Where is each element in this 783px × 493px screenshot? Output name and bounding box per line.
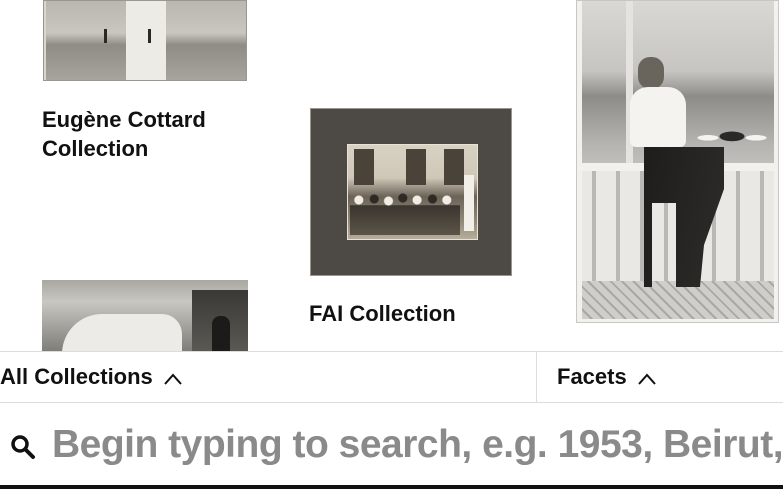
collection-title-cottard[interactable]: Eugène Cottard Collection bbox=[42, 105, 262, 163]
all-collections-tab[interactable]: All Collections bbox=[0, 352, 537, 402]
facets-tab[interactable]: Facets bbox=[557, 352, 783, 402]
all-collections-label: All Collections bbox=[0, 364, 153, 389]
balcony-photo-thumbnail[interactable] bbox=[576, 0, 779, 323]
collection-tab-bar: All Collections Facets bbox=[0, 351, 783, 403]
stereo-center-card bbox=[126, 1, 244, 80]
cottard-collection-thumbnail[interactable] bbox=[43, 0, 247, 81]
search-icon[interactable] bbox=[10, 434, 36, 460]
collections-page: Eugène Cottard Collection FAI Collection bbox=[0, 0, 783, 493]
group-photo bbox=[347, 144, 478, 240]
chevron-up-icon bbox=[164, 373, 182, 385]
stereo-left-image bbox=[46, 1, 126, 80]
fai-collection-thumbnail[interactable] bbox=[310, 108, 512, 276]
search-input[interactable] bbox=[52, 417, 783, 473]
stereo-right-image bbox=[166, 1, 246, 80]
search-bar bbox=[0, 403, 783, 489]
facets-label: Facets bbox=[557, 364, 627, 389]
collection-title-fai[interactable]: FAI Collection bbox=[309, 299, 456, 328]
chevron-up-icon bbox=[637, 373, 656, 385]
horse-photo-thumbnail[interactable] bbox=[42, 280, 248, 352]
